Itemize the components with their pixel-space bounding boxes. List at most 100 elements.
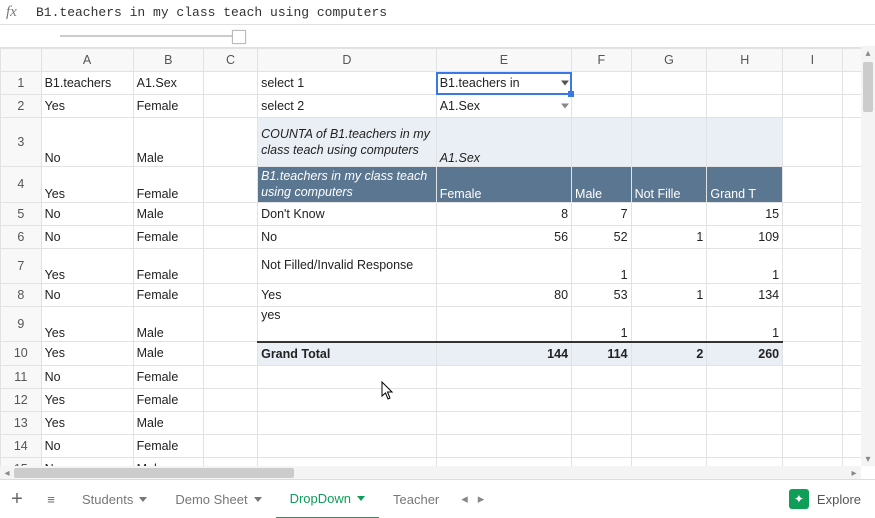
scroll-thumb[interactable]: [863, 62, 873, 112]
cell[interactable]: [783, 95, 843, 118]
cell[interactable]: A1.Sex: [133, 72, 203, 95]
pivot-value[interactable]: 1: [707, 248, 783, 283]
col-header[interactable]: B: [133, 49, 203, 72]
pivot-row-label[interactable]: Don't Know: [258, 202, 437, 225]
cell[interactable]: [572, 118, 632, 167]
pivot-grand-value[interactable]: 260: [707, 342, 783, 366]
row-header[interactable]: 2: [1, 95, 42, 118]
cell[interactable]: Yes: [41, 411, 133, 434]
cell[interactable]: [707, 72, 783, 95]
cell[interactable]: No: [41, 202, 133, 225]
pivot-value[interactable]: 1: [572, 248, 632, 283]
pivot-value[interactable]: 56: [436, 225, 571, 248]
cell[interactable]: [572, 95, 632, 118]
cell[interactable]: [783, 365, 843, 388]
cell[interactable]: [203, 411, 257, 434]
cell[interactable]: No: [41, 283, 133, 306]
pivot-value[interactable]: 134: [707, 283, 783, 306]
pivot-row-label[interactable]: Yes: [258, 283, 437, 306]
cell[interactable]: [783, 167, 843, 203]
cell[interactable]: [203, 434, 257, 457]
cell-select2-label[interactable]: select 2: [258, 95, 437, 118]
cell[interactable]: [203, 342, 257, 366]
pivot-value[interactable]: 8: [436, 202, 571, 225]
col-header[interactable]: I: [783, 49, 843, 72]
pivot-row-label[interactable]: Not Filled/Invalid Response: [258, 248, 437, 283]
cell[interactable]: [572, 434, 632, 457]
row-header[interactable]: 7: [1, 248, 42, 283]
pivot-grand-value[interactable]: 2: [631, 342, 707, 366]
cell[interactable]: [203, 202, 257, 225]
pivot-value[interactable]: 109: [707, 225, 783, 248]
cell[interactable]: B1.teachers: [41, 72, 133, 95]
cell[interactable]: [631, 118, 707, 167]
cell[interactable]: [258, 365, 437, 388]
cell[interactable]: [203, 95, 257, 118]
row-header[interactable]: 8: [1, 283, 42, 306]
scroll-up-arrow-icon[interactable]: ▴: [861, 46, 875, 60]
tab-next-icon[interactable]: ▸: [478, 491, 485, 507]
cell[interactable]: [203, 365, 257, 388]
cell[interactable]: [783, 283, 843, 306]
cell[interactable]: [707, 365, 783, 388]
pivot-col-header[interactable]: Female: [436, 167, 571, 203]
row-header[interactable]: 3: [1, 118, 42, 167]
chevron-down-icon[interactable]: [357, 496, 365, 501]
row-header[interactable]: 10: [1, 342, 42, 366]
pivot-grand-label[interactable]: Grand Total: [258, 342, 437, 366]
cell[interactable]: [707, 118, 783, 167]
col-header[interactable]: F: [572, 49, 632, 72]
cell[interactable]: No: [41, 365, 133, 388]
pivot-colfield-label[interactable]: A1.Sex: [436, 118, 571, 167]
select2-dropdown[interactable]: A1.Sex: [436, 95, 571, 118]
cell[interactable]: [436, 411, 571, 434]
pivot-row-label[interactable]: No: [258, 225, 437, 248]
col-header[interactable]: H: [707, 49, 783, 72]
tab-prev-icon[interactable]: ◂: [461, 491, 468, 507]
cell[interactable]: [436, 388, 571, 411]
pivot-col-header[interactable]: Not Fille: [631, 167, 707, 203]
cell[interactable]: [203, 306, 257, 342]
cell[interactable]: Female: [133, 434, 203, 457]
cell[interactable]: [203, 283, 257, 306]
row-header[interactable]: 13: [1, 411, 42, 434]
scroll-left-arrow-icon[interactable]: ◂: [0, 466, 14, 480]
select1-dropdown[interactable]: B1.teachers in: [436, 72, 571, 95]
slider-thumb[interactable]: [232, 30, 246, 44]
col-header[interactable]: E: [436, 49, 571, 72]
row-header[interactable]: 11: [1, 365, 42, 388]
cell[interactable]: No: [41, 118, 133, 167]
cell[interactable]: Yes: [41, 95, 133, 118]
cell[interactable]: Male: [133, 411, 203, 434]
row-header[interactable]: 5: [1, 202, 42, 225]
cell[interactable]: [436, 365, 571, 388]
cell[interactable]: [203, 72, 257, 95]
pivot-value[interactable]: 7: [572, 202, 632, 225]
pivot-value[interactable]: 1: [707, 306, 783, 342]
cell[interactable]: [631, 365, 707, 388]
pivot-counta-label[interactable]: COUNTA of B1.teachers in my class teach …: [258, 118, 437, 167]
cell[interactable]: [258, 388, 437, 411]
cell[interactable]: [783, 306, 843, 342]
pivot-row-label[interactable]: yes: [258, 306, 437, 342]
cell-select1-label[interactable]: select 1: [258, 72, 437, 95]
col-header[interactable]: G: [631, 49, 707, 72]
chevron-down-icon[interactable]: [561, 104, 569, 109]
cell[interactable]: [783, 72, 843, 95]
cell[interactable]: Yes: [41, 388, 133, 411]
cell[interactable]: [203, 248, 257, 283]
chevron-down-icon[interactable]: [254, 497, 262, 502]
cell[interactable]: [631, 95, 707, 118]
pivot-value[interactable]: 15: [707, 202, 783, 225]
cell[interactable]: Male: [133, 118, 203, 167]
pivot-rowfield-label[interactable]: B1.teachers in my class teach using comp…: [258, 167, 437, 203]
cell[interactable]: Male: [133, 306, 203, 342]
cell[interactable]: [631, 388, 707, 411]
row-header[interactable]: 4: [1, 167, 42, 203]
select-all-cell[interactable]: [1, 49, 42, 72]
cell[interactable]: [783, 248, 843, 283]
pivot-value[interactable]: [631, 306, 707, 342]
chevron-down-icon[interactable]: [561, 81, 569, 86]
cell[interactable]: [783, 118, 843, 167]
cell[interactable]: Male: [133, 342, 203, 366]
